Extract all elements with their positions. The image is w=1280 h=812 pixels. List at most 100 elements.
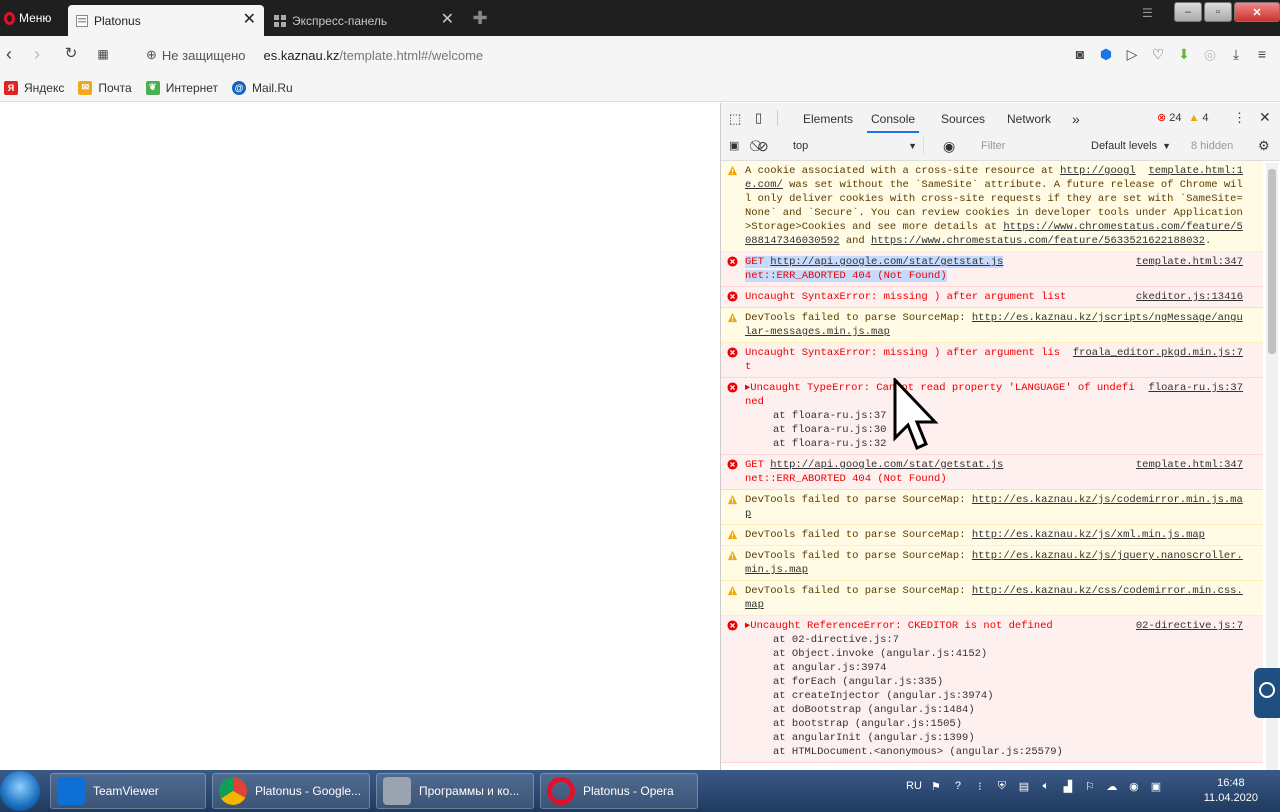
issue-counts[interactable]: ⊗ 24 ▲ 4 bbox=[1157, 111, 1208, 125]
message-source-link[interactable]: 02-directive.js:7 bbox=[1136, 619, 1243, 633]
download-icon[interactable]: ⤓ bbox=[1228, 46, 1244, 62]
message-source-link[interactable]: template.html:347 bbox=[1136, 255, 1243, 269]
tab-speed-dial[interactable]: Экспресс-панель ✕ bbox=[266, 5, 462, 36]
forward-button[interactable]: › bbox=[28, 44, 46, 64]
levels-select[interactable]: Default levels ▼ bbox=[1091, 137, 1171, 155]
minimize-button[interactable]: – bbox=[1174, 2, 1202, 22]
message-source-link[interactable]: ckeditor.js:13416 bbox=[1136, 290, 1243, 304]
console-settings-icon[interactable]: ⚙ bbox=[1258, 137, 1270, 155]
kebab-menu-icon[interactable]: ⋮ bbox=[1233, 110, 1246, 126]
page-viewport[interactable] bbox=[0, 103, 720, 770]
stack-frame[interactable]: at floara-ru.js:32 bbox=[773, 437, 1243, 451]
stack-frame[interactable]: at floara-ru.js:30 bbox=[773, 423, 1243, 437]
stack-frame[interactable]: at doBootstrap (angular.js:1484) bbox=[773, 703, 1243, 717]
page-icon bbox=[76, 14, 88, 27]
reload-button[interactable]: ↻ bbox=[62, 44, 80, 64]
menu-button[interactable]: Меню bbox=[0, 4, 55, 32]
yandex-icon: Я bbox=[4, 80, 18, 95]
more-tabs-icon[interactable]: » bbox=[1072, 103, 1080, 133]
cloud-icon[interactable]: ☁ bbox=[1104, 778, 1120, 794]
settings-icon[interactable]: ≡ bbox=[1254, 46, 1270, 62]
message-link[interactable]: http://es.kaznau.kz/js/xml.min.js.map bbox=[972, 529, 1205, 541]
taskbar-item-programs[interactable]: Программы и ко... bbox=[376, 773, 534, 809]
url-field[interactable]: ⊕ Не защищено es.kaznau.kz /template.htm… bbox=[146, 46, 483, 64]
stack-trace: at floara-ru.js:37 at floara-ru.js:30 at… bbox=[745, 409, 1243, 451]
sidebar-toggle-icon[interactable]: ▣ bbox=[729, 137, 739, 155]
stack-trace: at 02-directive.js:7 at Object.invoke (a… bbox=[745, 633, 1243, 759]
tab-console[interactable]: Console bbox=[867, 103, 920, 133]
extension-icon[interactable]: ⬇ bbox=[1176, 46, 1192, 62]
stack-frame[interactable]: at angular.js:3974 bbox=[773, 661, 1243, 675]
inspect-icon[interactable]: ⬚ bbox=[729, 111, 741, 127]
message-text[interactable]: ▸Uncaught ReferenceError: CKEDITOR is no… bbox=[745, 620, 1053, 632]
eye-icon[interactable]: ◉ bbox=[943, 137, 955, 155]
tab-elements[interactable]: Elements bbox=[803, 103, 853, 133]
close-window-button[interactable]: ✕ bbox=[1234, 2, 1280, 22]
stack-frame[interactable]: at createInjector (angular.js:3974) bbox=[773, 689, 1243, 703]
message-link[interactable]: http://api.google.com/stat/getstat.js bbox=[770, 256, 1003, 268]
http-method: GET bbox=[745, 459, 764, 471]
stack-frame[interactable]: at forEach (angular.js:335) bbox=[773, 675, 1243, 689]
tab-platonus[interactable]: Platonus ✕ bbox=[68, 5, 264, 36]
network-icon[interactable]: ▟ bbox=[1060, 778, 1076, 794]
maximize-button[interactable]: ▫ bbox=[1204, 2, 1232, 22]
teamviewer-side-widget[interactable] bbox=[1254, 668, 1280, 718]
stack-frame[interactable]: at HTMLDocument.<anonymous> (angular.js:… bbox=[773, 745, 1243, 759]
flag-icon[interactable]: ⚑ bbox=[928, 778, 944, 794]
tab-network[interactable]: Network bbox=[1007, 103, 1051, 133]
tab-sources[interactable]: Sources bbox=[941, 103, 985, 133]
send-icon[interactable]: ▷ bbox=[1124, 46, 1140, 62]
pin-icon[interactable]: ⁝ bbox=[972, 778, 988, 794]
device-icon[interactable]: ▤ bbox=[1016, 778, 1032, 794]
stack-frame[interactable]: at floara-ru.js:37 bbox=[773, 409, 1243, 423]
close-tab-icon[interactable]: ✕ bbox=[441, 12, 454, 28]
stack-frame[interactable]: at Object.invoke (angular.js:4152) bbox=[773, 647, 1243, 661]
device-toolbar-icon[interactable]: ▯ bbox=[755, 110, 762, 126]
flag-tray-icon[interactable]: ⚐ bbox=[1082, 778, 1098, 794]
back-button[interactable]: ‹ bbox=[0, 44, 18, 64]
message-source-link[interactable]: floara-ru.js:37 bbox=[1148, 381, 1243, 395]
context-select[interactable]: top ▼ bbox=[783, 137, 924, 155]
vpn-icon[interactable]: ◎ bbox=[1202, 46, 1218, 62]
start-button[interactable] bbox=[0, 771, 40, 811]
message-link[interactable]: http://api.google.com/stat/getstat.js bbox=[770, 459, 1003, 471]
volume-icon[interactable]: 🔈︎ bbox=[1038, 778, 1054, 794]
heart-icon[interactable]: ♡ bbox=[1150, 46, 1166, 62]
shield-icon[interactable]: ⬢ bbox=[1098, 46, 1114, 62]
mailru-icon: @ bbox=[232, 80, 247, 95]
taskbar-item-chrome[interactable]: Platonus - Google... bbox=[212, 773, 370, 809]
bookmark-internet[interactable]: ❦ Интернет bbox=[145, 80, 218, 95]
close-devtools-icon[interactable]: ✕ bbox=[1259, 109, 1271, 126]
security-tray-icon[interactable]: ⛨ bbox=[994, 778, 1010, 794]
message-link[interactable]: https://www.chromestatus.com/feature/563… bbox=[871, 235, 1205, 247]
message-source-link[interactable]: template.html:1 bbox=[1148, 164, 1243, 178]
console-error: ckeditor.js:13416 Uncaught SyntaxError: … bbox=[721, 287, 1263, 308]
console-warning: DevTools failed to parse SourceMap: http… bbox=[721, 308, 1263, 343]
taskbar-item-opera[interactable]: Platonus - Opera bbox=[540, 773, 698, 809]
app-tray-icon[interactable]: ▣ bbox=[1148, 778, 1164, 794]
stack-frame[interactable]: at angularInit (angular.js:1399) bbox=[773, 731, 1243, 745]
scrollbar-thumb[interactable] bbox=[1268, 169, 1276, 354]
devtools-tabbar: ⬚ ▯ Elements Console Sources Network » ⊗… bbox=[721, 103, 1280, 134]
camera-icon[interactable]: ◙ bbox=[1072, 46, 1088, 62]
speed-dial-button[interactable]: ▦ bbox=[94, 44, 112, 64]
message-source-link[interactable]: froala_editor.pkgd.min.js:7 bbox=[1073, 346, 1243, 360]
message-source-link[interactable]: template.html:347 bbox=[1136, 458, 1243, 472]
console-warning: DevTools failed to parse SourceMap: http… bbox=[721, 546, 1263, 581]
bookmark-mailru[interactable]: @ Mail.Ru bbox=[232, 80, 293, 95]
record-icon[interactable]: ◉ bbox=[1126, 778, 1142, 794]
clock[interactable]: 16:48 11.04.2020 bbox=[1204, 776, 1258, 806]
divider bbox=[777, 110, 778, 126]
tab-menu-icon[interactable]: ☰ bbox=[1142, 6, 1153, 20]
taskbar-item-teamviewer[interactable]: TeamViewer bbox=[50, 773, 206, 809]
language-indicator[interactable]: RU bbox=[906, 778, 922, 794]
console-error: 02-directive.js:7 ▸Uncaught ReferenceErr… bbox=[721, 616, 1263, 763]
close-tab-icon[interactable]: ✕ bbox=[243, 12, 256, 28]
bookmark-yandex[interactable]: Я Яндекс bbox=[4, 80, 64, 95]
bookmark-pochta[interactable]: ✉ Почта bbox=[78, 80, 132, 95]
help-icon[interactable]: ? bbox=[950, 778, 966, 794]
stack-frame[interactable]: at 02-directive.js:7 bbox=[773, 633, 1243, 647]
filter-input[interactable]: Filter bbox=[973, 137, 1073, 155]
stack-frame[interactable]: at bootstrap (angular.js:1505) bbox=[773, 717, 1243, 731]
new-tab-button[interactable]: ✚ bbox=[472, 9, 488, 27]
